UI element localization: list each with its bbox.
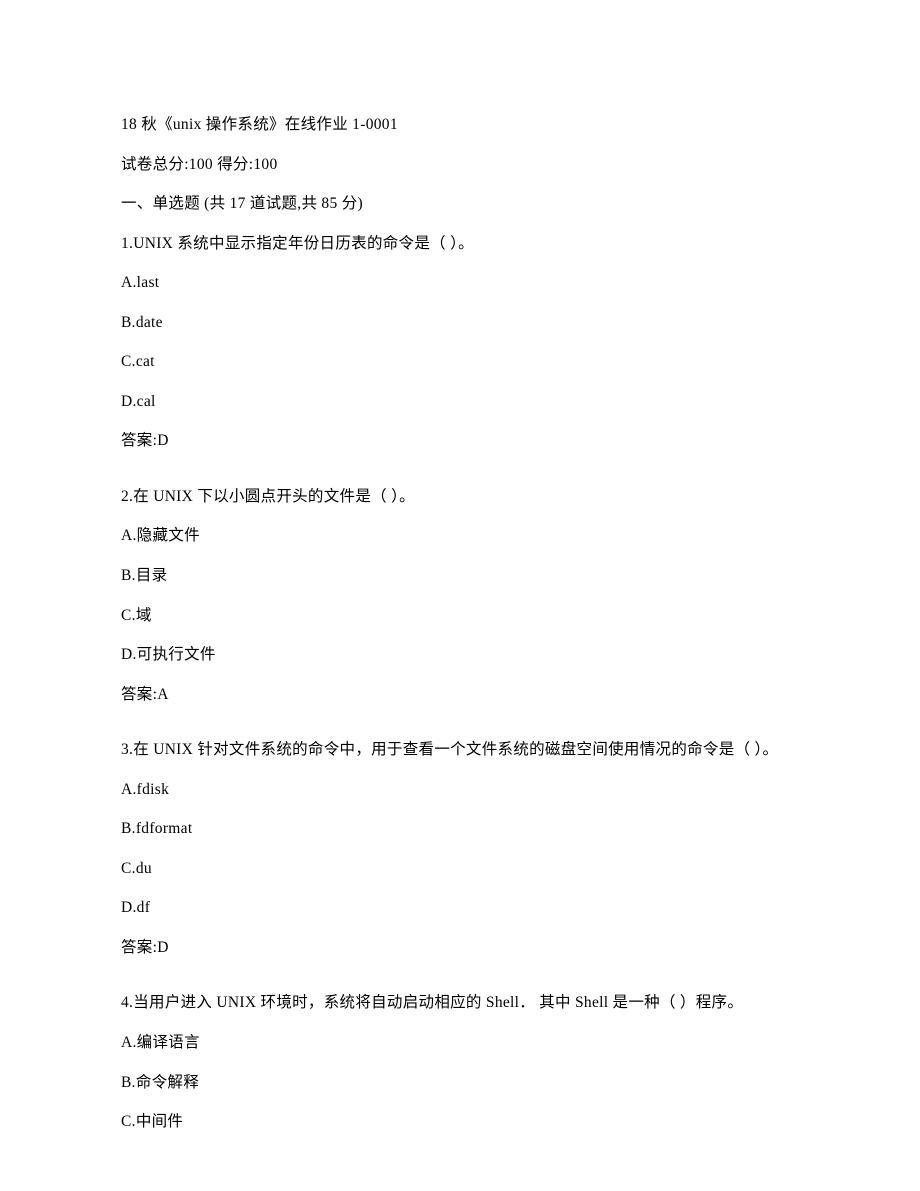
- question-stem: 1.UNIX 系统中显示指定年份日历表的命令是（ ）。: [121, 232, 799, 255]
- question-stem: 2.在 UNIX 下以小圆点开头的文件是（ ）。: [121, 485, 799, 508]
- option: B.目录: [121, 564, 799, 587]
- question-stem: 3.在 UNIX 针对文件系统的命令中，用于查看一个文件系统的磁盘空间使用情况的…: [121, 738, 799, 761]
- option: B.命令解释: [121, 1071, 799, 1094]
- spacer: [121, 722, 799, 738]
- option: D.df: [121, 896, 799, 919]
- option: A.编译语言: [121, 1031, 799, 1054]
- question-stem: 4.当用户进入 UNIX 环境时，系统将自动启动相应的 Shell． 其中 Sh…: [121, 991, 799, 1014]
- page-title: 18 秋《unix 操作系统》在线作业 1-0001: [121, 113, 799, 136]
- answer: 答案:D: [121, 429, 799, 452]
- option: A.隐藏文件: [121, 524, 799, 547]
- score-line: 试卷总分:100 得分:100: [121, 153, 799, 176]
- answer: 答案:A: [121, 683, 799, 706]
- option: D.cal: [121, 390, 799, 413]
- section-heading: 一、单选题 (共 17 道试题,共 85 分): [121, 192, 799, 215]
- option: B.date: [121, 311, 799, 334]
- option: C.域: [121, 604, 799, 627]
- answer: 答案:D: [121, 936, 799, 959]
- spacer: [121, 975, 799, 991]
- option: C.du: [121, 857, 799, 880]
- option: A.last: [121, 271, 799, 294]
- option: C.cat: [121, 350, 799, 373]
- option: B.fdformat: [121, 817, 799, 840]
- spacer: [121, 469, 799, 485]
- option: C.中间件: [121, 1110, 799, 1133]
- option: A.fdisk: [121, 778, 799, 801]
- option: D.可执行文件: [121, 643, 799, 666]
